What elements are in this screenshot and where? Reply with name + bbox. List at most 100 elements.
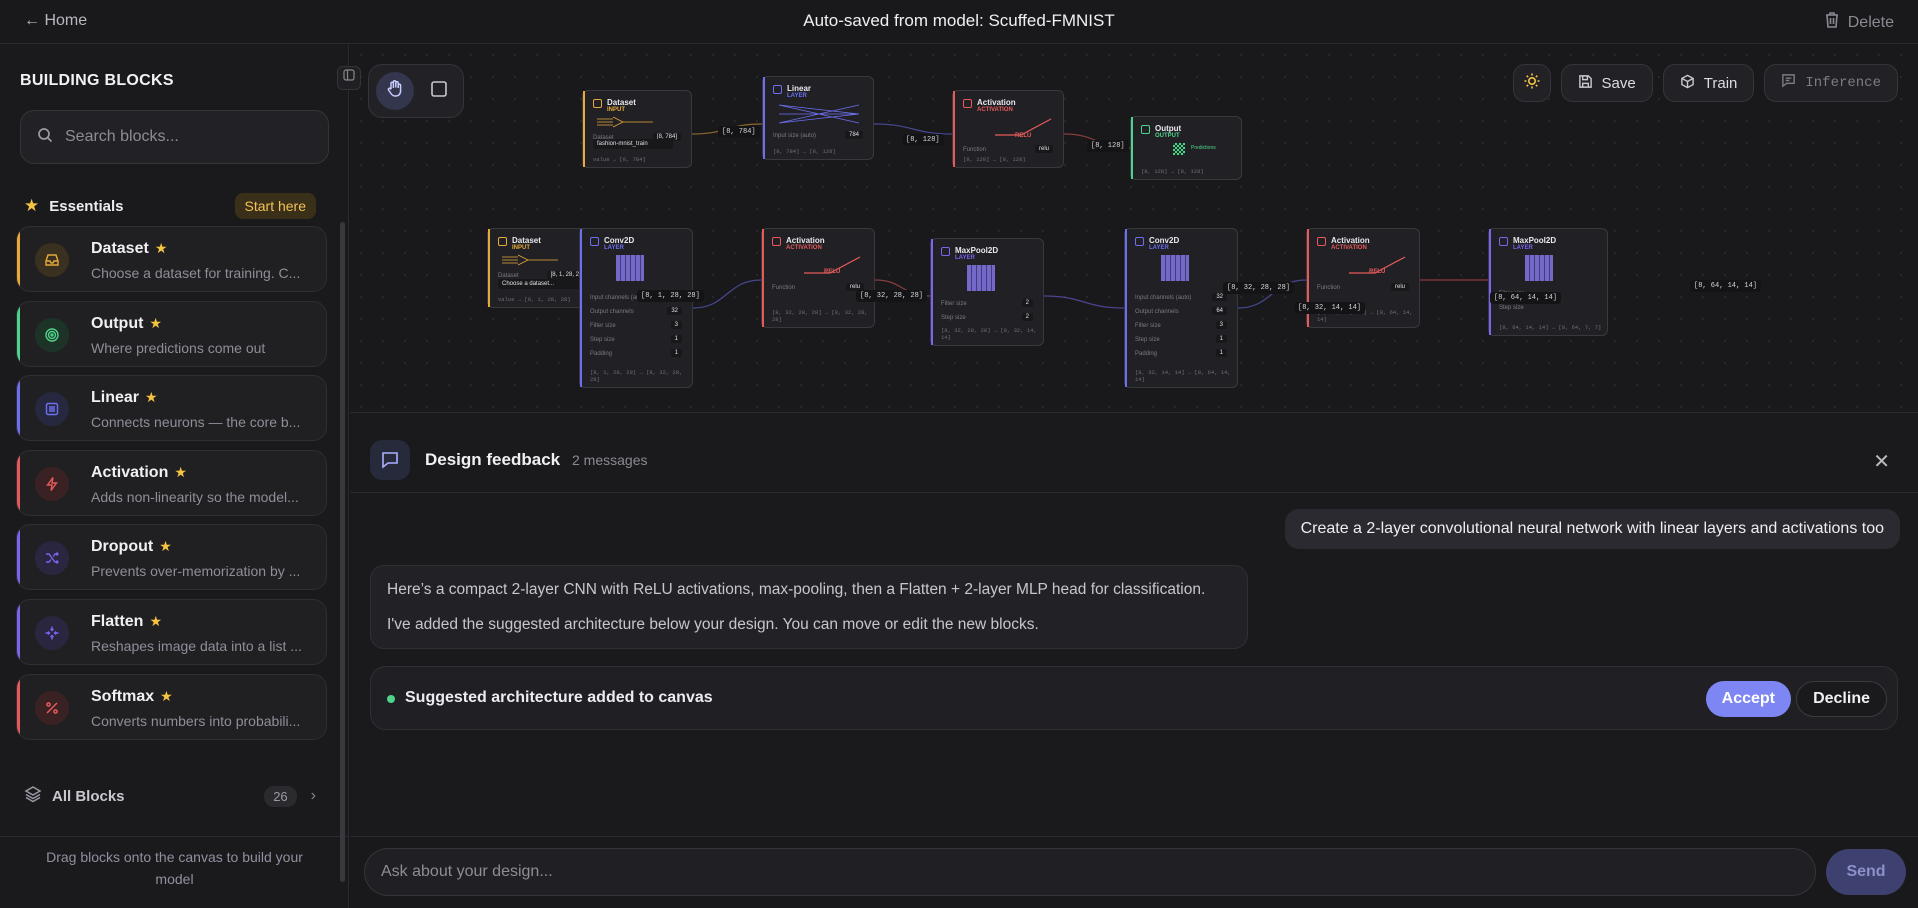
close-icon[interactable]: ✕ bbox=[1873, 449, 1890, 474]
node-field-label: Step size bbox=[590, 337, 615, 343]
star-icon: ★ bbox=[145, 389, 158, 406]
node-type-icon bbox=[773, 85, 782, 94]
edge-line bbox=[873, 123, 953, 135]
node-field-label: Padding bbox=[590, 351, 613, 357]
flatten-icon bbox=[35, 615, 69, 650]
sidebar-footer-hint: Drag blocks onto the canvas to build you… bbox=[46, 849, 303, 887]
node-field-value[interactable]: 1 bbox=[670, 349, 682, 357]
edge-shape-label: [8, 128] bbox=[1087, 140, 1129, 152]
node-title: MaxPool2D bbox=[955, 246, 999, 255]
chat-input[interactable] bbox=[364, 848, 1816, 896]
node-title: Conv2D bbox=[604, 236, 635, 245]
select-tool-button[interactable] bbox=[420, 72, 458, 110]
block-item-dataset[interactable]: Dataset ★ Choose a dataset for training. C… bbox=[16, 226, 327, 292]
node-maxpool2d-7[interactable]: MaxPool2D LAYER Filter size 2 Step size 2 [8, … bbox=[930, 238, 1044, 346]
node-field-value[interactable]: 64 bbox=[1212, 307, 1227, 315]
edge-shape-label: [8, 784] bbox=[718, 126, 760, 138]
activation-tag: RELU bbox=[1369, 269, 1386, 275]
collapse-sidebar-icon[interactable] bbox=[337, 66, 361, 90]
node-field-value[interactable]: 1 bbox=[1215, 349, 1227, 357]
node-field-value[interactable]: relu bbox=[1034, 145, 1053, 153]
linear-icon bbox=[35, 392, 69, 427]
accept-button[interactable]: Accept bbox=[1705, 681, 1791, 717]
chat-header: Design feedback 2 messages ✕ bbox=[350, 413, 1918, 493]
node-field-value[interactable]: 1 bbox=[670, 335, 682, 343]
node-field-value[interactable]: 784 bbox=[844, 131, 863, 139]
all-blocks-row[interactable]: All Blocks 26 › bbox=[24, 780, 316, 812]
home-link[interactable]: ← Home bbox=[24, 12, 87, 30]
model-canvas[interactable]: Save Train Inference Dataset INPUT Dataset… bbox=[350, 44, 1918, 412]
trash-icon bbox=[1824, 11, 1840, 34]
assistant-message-line-1: Here’s a compact 2-layer CNN with ReLU a… bbox=[387, 581, 1206, 598]
node-field-label: Filter size bbox=[941, 301, 967, 307]
block-item-dropout[interactable]: Dropout ★ Prevents over-memorization by ..… bbox=[16, 524, 327, 591]
block-accent bbox=[17, 450, 20, 515]
block-item-output[interactable]: Output ★ Where predictions come out bbox=[16, 300, 327, 367]
dataset-select[interactable]: Choose a dataset... bbox=[498, 279, 580, 289]
block-accent bbox=[17, 674, 20, 739]
suggestion-text: Suggested architecture added to canvas bbox=[405, 689, 713, 706]
node-field-value[interactable]: 3 bbox=[670, 321, 682, 329]
save-button[interactable]: Save bbox=[1560, 64, 1653, 102]
start-here-badge[interactable]: Start here bbox=[234, 193, 316, 219]
block-item-activation[interactable]: Activation ★ Adds non-linearity so the mod… bbox=[16, 449, 327, 516]
block-description: Connects neurons — the core b... bbox=[91, 414, 301, 431]
node-title: Activation bbox=[1331, 236, 1370, 245]
edge-shape-label: [8, 64, 14, 14] bbox=[1690, 280, 1762, 292]
save-label: Save bbox=[1601, 74, 1636, 92]
node-field-label: Output channels bbox=[590, 309, 634, 315]
train-label: Train bbox=[1703, 74, 1738, 92]
block-item-softmax[interactable]: Softmax ★ Converts numbers into probabili.… bbox=[16, 673, 327, 740]
block-item-flatten[interactable]: Flatten ★ Reshapes image data into a list … bbox=[16, 598, 327, 665]
node-shape: [8, 32, 14, 14] → [8, 64, 14, 14] bbox=[1135, 369, 1231, 383]
node-title: MaxPool2D bbox=[1513, 236, 1557, 245]
node-field-value[interactable]: 2 bbox=[1021, 299, 1033, 307]
node-maxpool2d-10[interactable]: MaxPool2DLAYERFilter sizeStep size[8, 64… bbox=[1488, 228, 1608, 336]
node-field-value[interactable]: 1 bbox=[1215, 335, 1227, 343]
essentials-header[interactable]: ★ Essentials Start here bbox=[24, 192, 316, 220]
node-shape: value → [8, 1, 28, 28] bbox=[498, 296, 571, 303]
node-shape: [8, 128] → [8, 128] bbox=[1141, 168, 1204, 175]
node-activation-6[interactable]: Activation ACTIVATION RELU Function relu [8, … bbox=[761, 228, 875, 328]
node-output-3[interactable]: Output OUTPUT Predictions [8, 128] → [8, 12… bbox=[1130, 116, 1242, 180]
node-activation-2[interactable]: Activation ACTIVATION RELU Function relu [8, … bbox=[952, 90, 1064, 168]
node-conv2d-8[interactable]: Conv2D LAYER Input channels (auto) 32 Output… bbox=[1124, 228, 1238, 388]
node-linear-1[interactable]: Linear LAYER Input size (auto) 784 [8, 784] … bbox=[762, 76, 874, 160]
node-field-value[interactable]: relu bbox=[1390, 283, 1409, 291]
node-field-value[interactable]: 3 bbox=[1215, 321, 1227, 329]
node-field-label: Function bbox=[1317, 285, 1341, 291]
node-field-value[interactable]: 32 bbox=[1212, 293, 1227, 301]
decline-button[interactable]: Decline bbox=[1796, 681, 1887, 717]
inference-button[interactable]: Inference bbox=[1764, 64, 1898, 102]
search-input[interactable] bbox=[65, 128, 305, 146]
node-type-icon bbox=[1141, 125, 1150, 134]
pan-tool-button[interactable] bbox=[376, 72, 414, 110]
block-name: Flatten ★ bbox=[91, 612, 163, 630]
sidebar-divider bbox=[0, 836, 349, 837]
train-button[interactable]: Train bbox=[1662, 64, 1755, 102]
node-accent bbox=[953, 91, 955, 167]
block-item-linear[interactable]: Linear ★ Connects neurons — the core b... bbox=[16, 375, 327, 442]
node-field-label: Function bbox=[772, 285, 796, 291]
sidebar-scrollbar[interactable] bbox=[340, 222, 345, 882]
node-accent bbox=[931, 239, 933, 345]
node-type: ACTIVATION bbox=[1331, 245, 1367, 251]
delete-button[interactable]: Delete bbox=[1824, 11, 1894, 34]
grid-preview-icon bbox=[1161, 255, 1189, 281]
block-name: Dropout ★ bbox=[91, 538, 172, 556]
send-button[interactable]: Send bbox=[1826, 849, 1906, 895]
theme-toggle-button[interactable] bbox=[1512, 64, 1551, 102]
block-description: Adds non-linearity so the model... bbox=[91, 488, 299, 505]
node-accent bbox=[762, 229, 764, 327]
node-field-value[interactable]: 2 bbox=[1021, 313, 1033, 321]
node-dataset-0[interactable]: Dataset INPUT Dataset [8, 784] fashion-mnist… bbox=[582, 90, 692, 168]
node-field-label: Step size bbox=[941, 315, 966, 321]
activation-icon bbox=[35, 466, 69, 501]
block-name: Output ★ bbox=[91, 314, 162, 332]
dataset-select[interactable]: fashion-mnist_train bbox=[593, 139, 673, 149]
node-conv2d-5[interactable]: Conv2DLAYERInput channels (auto)1Output … bbox=[579, 228, 693, 388]
message-count: 2 messages bbox=[572, 452, 648, 468]
search-box[interactable] bbox=[20, 110, 329, 164]
node-type-icon bbox=[1317, 237, 1326, 246]
node-field-value[interactable]: 32 bbox=[667, 307, 682, 315]
